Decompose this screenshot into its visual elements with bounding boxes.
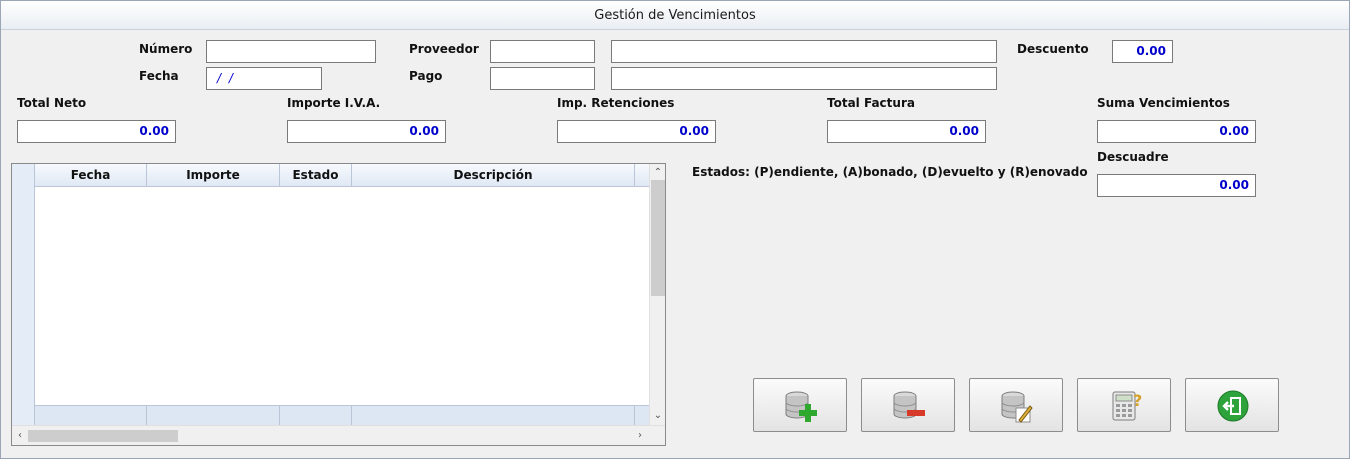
importe-iva-input[interactable]: 0.00 <box>287 120 446 143</box>
descuento-input[interactable]: 0.00 <box>1112 40 1173 63</box>
new-row-cell[interactable] <box>352 406 635 426</box>
edit-record-button[interactable] <box>969 378 1063 432</box>
svg-text:?: ? <box>1133 391 1142 410</box>
column-header-importe[interactable]: Importe <box>147 164 280 187</box>
column-header-fecha[interactable]: Fecha <box>35 164 147 187</box>
pago-name-input[interactable] <box>611 67 997 90</box>
grid-new-row[interactable] <box>35 405 649 426</box>
grid-column-headers: Fecha Importe Estado Descripción <box>35 164 649 187</box>
vencimientos-grid[interactable]: Fecha Importe Estado Descripción ⌃ ⌄ ‹ › <box>11 163 666 446</box>
horizontal-scrollbar[interactable]: ‹ › <box>12 425 665 445</box>
descuento-label: Descuento <box>1017 42 1089 56</box>
numero-input[interactable] <box>206 40 376 63</box>
total-factura-label: Total Factura <box>827 96 915 110</box>
add-record-button[interactable] <box>753 378 847 432</box>
scroll-right-arrow-icon[interactable]: › <box>633 429 647 443</box>
proveedor-label: Proveedor <box>409 42 479 56</box>
suma-vencimientos-label: Suma Vencimientos <box>1097 96 1230 110</box>
remove-record-button[interactable] <box>861 378 955 432</box>
row-header-column <box>12 164 35 445</box>
fecha-input[interactable]: / / <box>206 67 322 90</box>
column-header-estado[interactable]: Estado <box>280 164 352 187</box>
window-title: Gestión de Vencimientos <box>1 1 1349 30</box>
exit-door-icon <box>1217 390 1249 422</box>
retenciones-input[interactable]: 0.00 <box>557 120 716 143</box>
numero-label: Número <box>139 42 193 56</box>
vencimientos-window: Gestión de Vencimientos Número Fecha / /… <box>0 0 1350 459</box>
calculator-help-icon: ? <box>1112 391 1142 421</box>
new-row-cell[interactable] <box>280 406 352 426</box>
scroll-left-arrow-icon[interactable]: ‹ <box>13 429 27 443</box>
retenciones-label: Imp. Retenciones <box>557 96 675 110</box>
database-edit-icon <box>1001 391 1033 423</box>
descuadre-label: Descuadre <box>1097 150 1169 164</box>
suma-vencimientos-input[interactable]: 0.00 <box>1097 120 1256 143</box>
vertical-scroll-thumb[interactable] <box>651 180 665 296</box>
scroll-down-arrow-icon[interactable]: ⌄ <box>651 409 665 423</box>
total-neto-label: Total Neto <box>17 96 87 110</box>
importe-iva-label: Importe I.V.A. <box>287 96 381 110</box>
calculator-button[interactable]: ? <box>1077 378 1171 432</box>
proveedor-name-input[interactable] <box>611 40 997 63</box>
fecha-label: Fecha <box>139 69 179 83</box>
horizontal-scroll-thumb[interactable] <box>28 430 178 442</box>
estados-legend: Estados: (P)endiente, (A)bonado, (D)evue… <box>692 165 1088 179</box>
pago-label: Pago <box>409 69 443 83</box>
proveedor-code-input[interactable] <box>490 40 595 63</box>
database-add-icon <box>785 391 817 422</box>
exit-button[interactable] <box>1185 378 1279 432</box>
total-neto-input[interactable]: 0.00 <box>17 120 176 143</box>
vertical-scrollbar[interactable]: ⌃ ⌄ <box>649 164 665 425</box>
scroll-up-arrow-icon[interactable]: ⌃ <box>651 166 665 180</box>
pago-code-input[interactable] <box>490 67 595 90</box>
descuadre-input[interactable]: 0.00 <box>1097 174 1256 197</box>
database-remove-icon <box>893 391 925 419</box>
total-factura-input[interactable]: 0.00 <box>827 120 986 143</box>
column-header-descripcion[interactable]: Descripción <box>352 164 635 187</box>
new-row-cell[interactable] <box>35 406 147 426</box>
new-row-cell[interactable] <box>147 406 280 426</box>
